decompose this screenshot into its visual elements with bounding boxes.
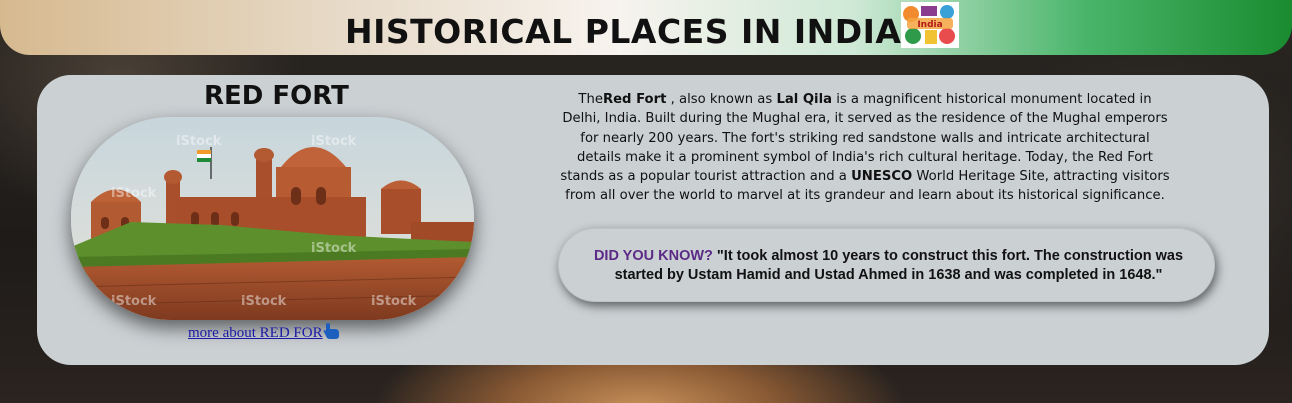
description-text: , also known as <box>666 92 777 107</box>
description-bold: UNESCO <box>851 169 913 185</box>
did-you-know-label: DID YOU KNOW? <box>593 248 713 264</box>
page-title: HISTORICAL PLACES IN INDIA <box>345 12 902 51</box>
watermark-text: iStock <box>176 134 222 149</box>
header-bar: HISTORICAL PLACES IN INDIA India <box>0 0 1292 55</box>
watermark-text: iStock <box>111 186 157 201</box>
more-about-link[interactable]: more about RED FOR <box>188 323 340 344</box>
logo-text: India <box>917 20 942 30</box>
red-fort-image: iStock iStock iStock iStock iStock iStoc… <box>71 117 474 320</box>
watermark-text: iStock <box>311 134 357 149</box>
watermark-text: iStock <box>311 241 357 256</box>
place-description: TheRed Fort , also known as Lal Qila is … <box>559 90 1171 206</box>
description-bold: Red Fort <box>602 92 667 107</box>
pointing-hand-icon <box>323 323 340 344</box>
description-bold: Lal Qila <box>776 92 833 107</box>
more-about-link-label: more about RED FOR <box>188 324 323 341</box>
watermark-text: iStock <box>111 294 157 309</box>
india-collage-icon: India <box>901 2 959 48</box>
watermark-text: iStock <box>241 294 287 309</box>
fact-text: DID YOU KNOW? "It took almost 10 years t… <box>576 247 1201 285</box>
watermark-text: iStock <box>371 294 417 309</box>
place-title: RED FORT <box>204 81 349 111</box>
red-fort-card: RED FORT iStock iStock iStock iStock iSt… <box>37 75 1269 365</box>
description-text: The <box>578 92 603 107</box>
did-you-know-box: DID YOU KNOW? "It took almost 10 years t… <box>558 228 1215 302</box>
